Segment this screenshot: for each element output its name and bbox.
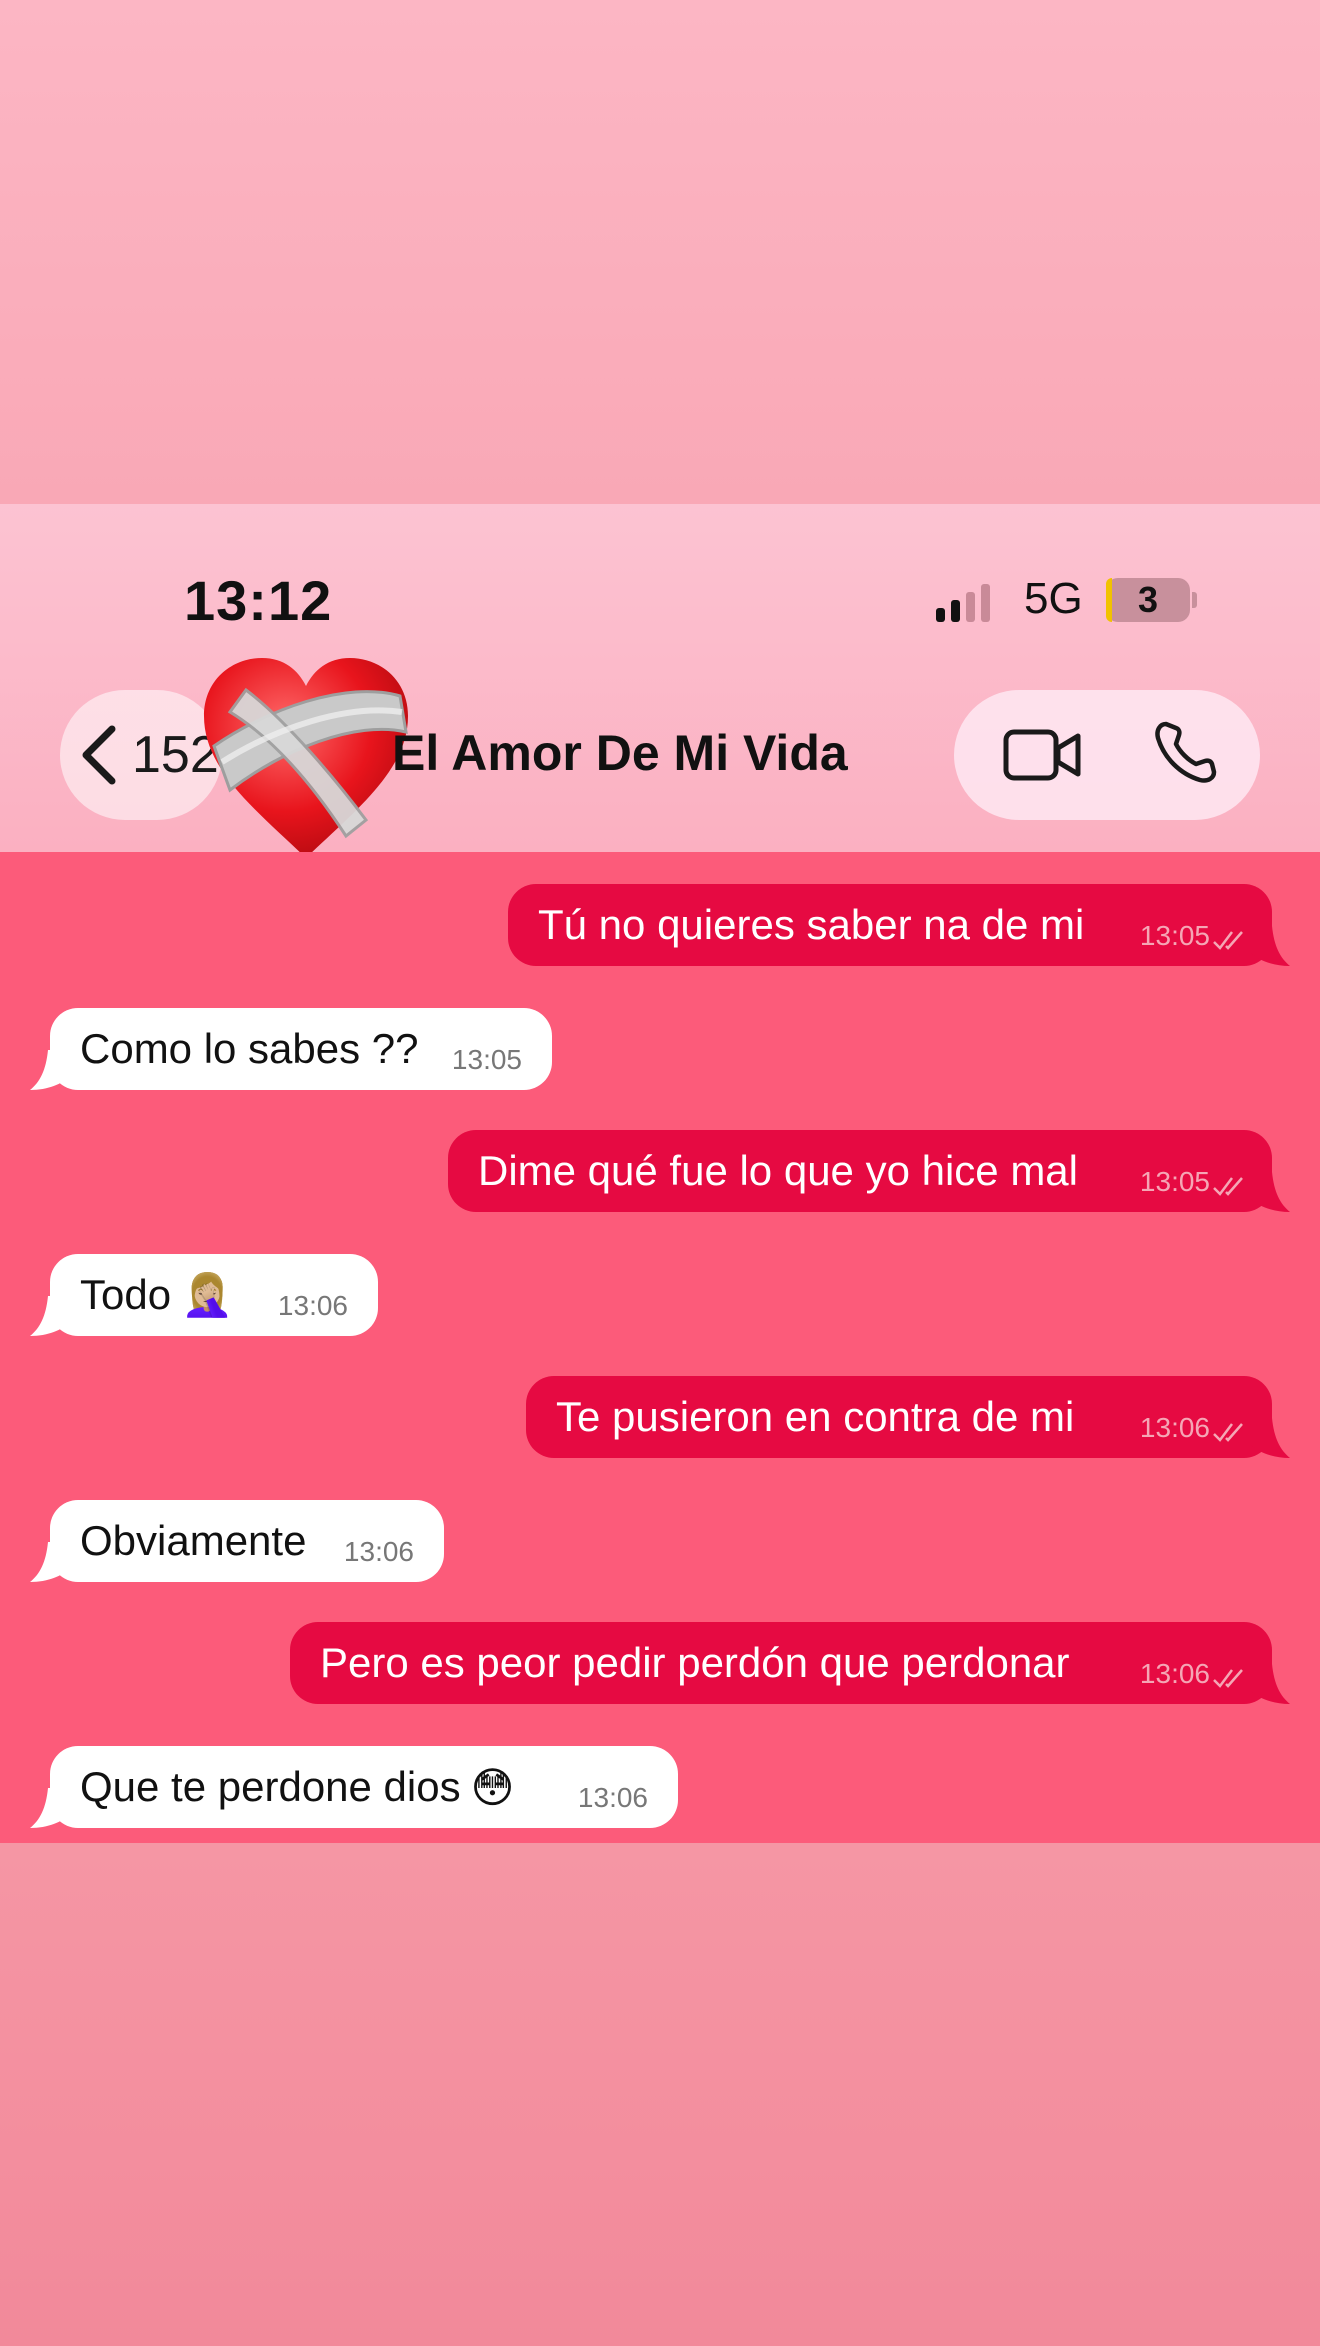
incoming-message[interactable]: Como lo sabes ?? 13:05 [50, 1008, 552, 1090]
message-text: Dime qué fue lo que yo hice mal [478, 1147, 1078, 1194]
message-text: Todo [80, 1271, 172, 1318]
phone-icon[interactable] [1152, 720, 1218, 786]
flushed-face-emoji: 😳 [470, 1763, 515, 1811]
message-list[interactable]: Tú no quieres saber na de mi 13:05 Como … [0, 852, 1320, 1843]
outgoing-message[interactable]: Pero es peor pedir perdón que perdonar 1… [290, 1622, 1272, 1704]
video-camera-icon[interactable] [1002, 726, 1082, 784]
mending-heart-icon[interactable] [196, 650, 416, 864]
signal-icon [936, 582, 990, 622]
outgoing-message[interactable]: Tú no quieres saber na de mi 13:05 [508, 884, 1272, 966]
message-time: 13:05 [451, 1044, 522, 1075]
status-time: 13:12 [184, 569, 333, 632]
incoming-message[interactable]: Todo 🤦🏼‍♀️ 13:06 [50, 1254, 378, 1336]
double-check-icon [1213, 1423, 1243, 1442]
message-text: Tú no quieres saber na de mi [538, 901, 1085, 948]
bubble-tail [30, 1050, 70, 1090]
message-text: Como lo sabes ?? [80, 1025, 419, 1072]
battery-level: 3 [1137, 579, 1159, 620]
message-time: 13:06 [1139, 1412, 1210, 1443]
background-bottom [0, 1843, 1320, 2346]
bubble-tail [30, 1296, 70, 1336]
message-time: 13:06 [277, 1290, 348, 1321]
message-time: 13:06 [343, 1536, 414, 1567]
message-time: 13:06 [1139, 1658, 1210, 1689]
bubble-tail [30, 1788, 70, 1828]
call-actions [954, 690, 1260, 820]
battery-icon: 3 [1106, 578, 1190, 622]
double-check-icon [1213, 1177, 1243, 1196]
background-top [0, 0, 1320, 504]
chevron-left-icon [82, 725, 116, 785]
message-text: Te pusieron en contra de mi [556, 1393, 1075, 1440]
message-text: Pero es peor pedir perdón que perdonar [320, 1639, 1070, 1686]
incoming-message[interactable]: Obviamente 13:06 [50, 1500, 444, 1582]
bubble-tail [1250, 1418, 1290, 1458]
facepalm-emoji: 🤦🏼‍♀️ [181, 1270, 234, 1318]
message-time: 13:05 [1139, 1166, 1210, 1197]
network-type: 5G [1024, 574, 1083, 623]
bubble-tail [1250, 1664, 1290, 1704]
bubble-tail [30, 1542, 70, 1582]
outgoing-message[interactable]: Dime qué fue lo que yo hice mal 13:05 [448, 1130, 1272, 1212]
incoming-message[interactable]: Que te perdone dios 😳 13:06 [50, 1746, 678, 1828]
message-time: 13:05 [1139, 920, 1210, 951]
outgoing-message[interactable]: Te pusieron en contra de mi 13:06 [526, 1376, 1272, 1458]
double-check-icon [1213, 931, 1243, 950]
bubble-tail [1250, 1172, 1290, 1212]
message-text: Obviamente [80, 1517, 307, 1564]
double-check-icon [1213, 1669, 1243, 1688]
message-text: Que te perdone dios [80, 1763, 461, 1810]
bubble-tail [1250, 926, 1290, 966]
message-time: 13:06 [577, 1782, 648, 1813]
battery-tip [1192, 592, 1197, 608]
contact-name[interactable]: El Amor De Mi Vida [392, 724, 848, 782]
